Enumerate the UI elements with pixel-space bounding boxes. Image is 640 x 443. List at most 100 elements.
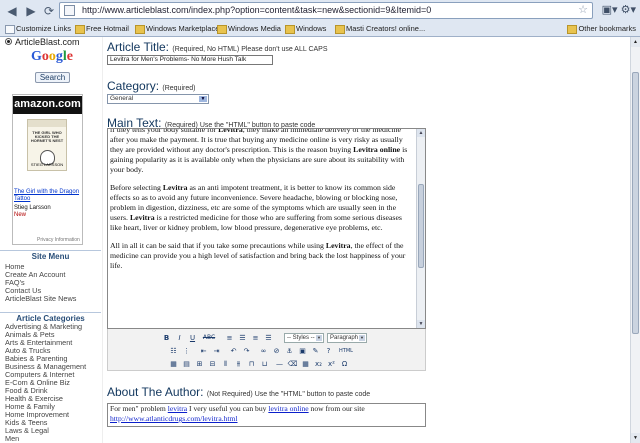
split-cells-icon[interactable]: ⊓: [246, 359, 257, 369]
category-item[interactable]: Home & Family: [5, 403, 100, 411]
paragraph-select[interactable]: Paragraph ▼: [327, 333, 367, 343]
main-text-editor[interactable]: if they tells your body suitable for Lev…: [107, 128, 426, 329]
delete-column-icon[interactable]: ⫵: [233, 359, 244, 369]
reload-icon[interactable]: ⟳: [41, 3, 57, 19]
italic-button[interactable]: I: [174, 333, 185, 343]
bullet-list-icon[interactable]: ☷: [168, 346, 179, 356]
atlanticdrugs-url-link[interactable]: http://www.atlanticdrugs.com/levitra.htm…: [110, 414, 238, 423]
link-icon[interactable]: ∞: [258, 346, 269, 356]
outdent-icon[interactable]: ⇤: [198, 346, 209, 356]
numbered-list-icon[interactable]: ⋮: [181, 346, 192, 356]
bookmark-free-hotmail[interactable]: Free Hotmail: [75, 22, 129, 35]
unlink-icon[interactable]: ⊘: [271, 346, 282, 356]
bookmark-windows-media[interactable]: Windows Media: [217, 22, 281, 35]
chevron-down-icon[interactable]: ▼: [199, 96, 207, 102]
category-item[interactable]: Advertising & Marketing: [5, 323, 100, 331]
scroll-thumb[interactable]: [418, 184, 424, 268]
category-item[interactable]: Babies & Parenting: [5, 355, 100, 363]
styles-select[interactable]: -- Styles -- ▼: [284, 333, 324, 343]
site-menu-item-site-news[interactable]: ArticleBlast Site News: [5, 295, 100, 303]
site-menu-item-home[interactable]: Home: [5, 263, 100, 271]
levitra-link[interactable]: levitra: [168, 404, 187, 413]
bookmark-masti-creators[interactable]: Masti Creators! online...: [335, 22, 425, 35]
site-menu-item-faqs[interactable]: FAQ's: [5, 279, 100, 287]
horizontal-rule-icon[interactable]: —: [274, 359, 285, 369]
undo-icon[interactable]: ↶: [228, 346, 239, 356]
bookmark-windows-marketplace[interactable]: Windows Marketplace: [135, 22, 219, 35]
category-item[interactable]: Business & Management: [5, 363, 100, 371]
article-title-note: (Required, No HTML) Please don't use ALL…: [172, 46, 328, 53]
google-logo: Google: [31, 49, 73, 64]
browser-tools[interactable]: ▣▾ ⚙▾: [602, 3, 636, 16]
remove-format-icon[interactable]: ⌫: [287, 359, 298, 369]
bookmark-star-icon[interactable]: ☆: [578, 3, 588, 18]
chevron-down-icon[interactable]: ▼: [359, 335, 365, 341]
site-search-radio[interactable]: [5, 38, 12, 45]
category-item[interactable]: Food & Drink: [5, 387, 100, 395]
bookmark-customize-links[interactable]: Customize Links: [5, 22, 71, 35]
justify-icon[interactable]: ☰: [263, 333, 274, 343]
page-scroll-thumb[interactable]: [632, 72, 639, 334]
amazon-logo[interactable]: amazon.com: [13, 96, 82, 114]
align-center-icon[interactable]: ☰: [237, 333, 248, 343]
editor-vertical-scrollbar[interactable]: ▲ ▼: [416, 129, 425, 328]
levitra-online-link[interactable]: levitra online: [268, 404, 308, 413]
category-item[interactable]: Auto & Trucks: [5, 347, 100, 355]
indent-icon[interactable]: ⇥: [211, 346, 222, 356]
category-item[interactable]: Computers & Internet: [5, 371, 100, 379]
category-item[interactable]: Kids & Teens: [5, 419, 100, 427]
book-link[interactable]: The Girl with the Dragon Tattoo: [14, 189, 80, 203]
table-icon[interactable]: ▦: [168, 359, 179, 369]
underline-button[interactable]: U: [187, 333, 198, 343]
category-item[interactable]: Home Improvement: [5, 411, 100, 419]
site-menu-item-contact-us[interactable]: Contact Us: [5, 287, 100, 295]
category-item[interactable]: Laws & Legal: [5, 427, 100, 435]
page-scroll-down-icon[interactable]: ▼: [631, 433, 640, 443]
row-props-icon[interactable]: ▤: [181, 359, 192, 369]
address-bar[interactable]: http://www.articleblast.com/index.php?op…: [59, 2, 593, 19]
insert-column-icon[interactable]: ⫴: [220, 359, 231, 369]
bookmark-windows[interactable]: Windows: [285, 22, 326, 35]
category-item[interactable]: E-Com & Online Biz: [5, 379, 100, 387]
align-right-icon[interactable]: ≡: [250, 333, 261, 343]
strikethrough-button[interactable]: ABC: [200, 333, 218, 343]
category-select[interactable]: General ▼: [107, 94, 209, 104]
special-character-icon[interactable]: Ω: [339, 359, 350, 369]
scroll-down-icon[interactable]: ▼: [417, 320, 425, 328]
article-title-input[interactable]: Levitra for Men's Problems- No More Hush…: [107, 55, 273, 65]
redo-icon[interactable]: ↷: [241, 346, 252, 356]
page-menu-icon[interactable]: ▣▾: [602, 4, 618, 16]
visual-aid-icon[interactable]: ▦: [300, 359, 311, 369]
privacy-information-link[interactable]: Privacy Information: [37, 237, 80, 243]
help-icon[interactable]: ?: [323, 346, 334, 356]
site-menu-item-create-account[interactable]: Create An Account: [5, 271, 100, 279]
html-source-button[interactable]: HTML: [338, 346, 354, 356]
book-cover[interactable]: THE GIRL WHO KICKED THE HORNET'S NEST ST…: [27, 119, 67, 171]
category-item[interactable]: Arts & Entertainment: [5, 339, 100, 347]
chevron-down-icon[interactable]: ▼: [316, 335, 322, 341]
search-button[interactable]: Search: [35, 72, 70, 83]
other-bookmarks[interactable]: Other bookmarks: [567, 22, 636, 35]
forward-arrow-icon[interactable]: ▶: [23, 3, 39, 19]
page-scroll-up-icon[interactable]: ▲: [631, 37, 640, 47]
main-text-content[interactable]: if they tells your body suitable for Lev…: [108, 129, 417, 328]
back-arrow-icon[interactable]: ◀: [4, 3, 20, 19]
settings-wrench-icon[interactable]: ⚙▾: [621, 4, 636, 16]
bold-button[interactable]: B: [161, 333, 172, 343]
anchor-icon[interactable]: ⚓: [284, 346, 295, 356]
align-left-icon[interactable]: ≡: [224, 333, 235, 343]
insert-row-icon[interactable]: ⊞: [194, 359, 205, 369]
scroll-up-icon[interactable]: ▲: [417, 129, 425, 137]
cleanup-icon[interactable]: ✎: [310, 346, 321, 356]
category-item[interactable]: Animals & Pets: [5, 331, 100, 339]
delete-row-icon[interactable]: ⊟: [207, 359, 218, 369]
superscript-button[interactable]: x²: [326, 359, 337, 369]
category-item[interactable]: Health & Exercise: [5, 395, 100, 403]
image-icon[interactable]: ▣: [297, 346, 308, 356]
subscript-button[interactable]: x₂: [313, 359, 324, 369]
page-vertical-scrollbar[interactable]: ▲ ▼: [630, 37, 640, 443]
category-item[interactable]: Men: [5, 435, 100, 443]
main-text-paragraph-2: Before selecting Levitra as an anti impo…: [110, 183, 402, 232]
author-bio-editor[interactable]: For men" problem levitra I very useful y…: [107, 403, 426, 427]
merge-cells-icon[interactable]: ⊔: [259, 359, 270, 369]
